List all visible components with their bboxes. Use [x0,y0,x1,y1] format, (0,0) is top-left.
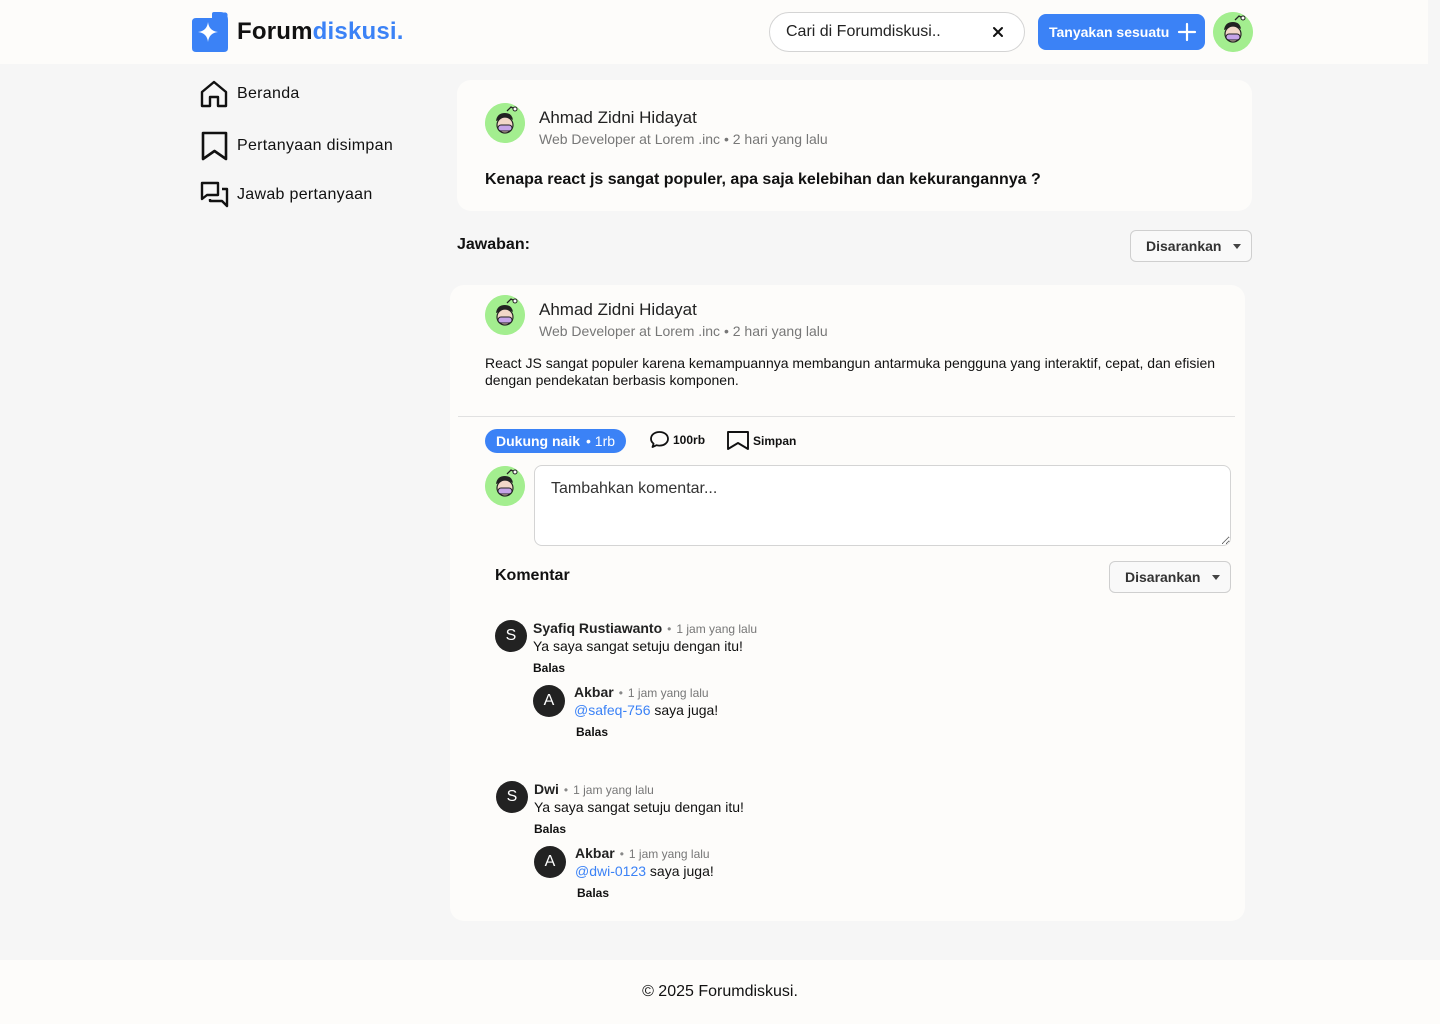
avatar-illustration-icon [485,295,525,335]
reply-text: @dwi-0123 saya juga! [575,863,714,879]
comment-text: Ya saya sangat setuju dengan itu! [533,638,743,654]
ask-question-button[interactable]: Tanyakan sesuatu [1038,14,1205,50]
save-label: Simpan [753,433,797,448]
comment-header: Dwi • 1 jam yang lalu [534,781,654,797]
footer: © 2025 Forumdiskusi. [0,960,1440,1024]
comment-text: Ya saya sangat setuju dengan itu! [534,799,744,815]
comment-time: 1 jam yang lalu [676,622,758,636]
close-icon[interactable] [988,22,1008,42]
question-author-meta: Web Developer at Lorem .inc • 2 hari yan… [539,131,828,147]
divider [458,416,1235,417]
logo[interactable]: Forumdiskusi. [188,12,404,52]
comment-count-button[interactable]: 100rb [649,430,705,449]
sidebar-item-label: Jawab pertanyaan [237,185,373,203]
reply-time: 1 jam yang lalu [627,686,709,700]
upvote-label: Dukung naik [496,433,581,449]
reply-text: @safeq-756 saya juga! [574,702,719,718]
logo-icon [192,12,228,52]
comment-icon [650,431,669,448]
home-icon [200,80,228,108]
answer-body: React JS sangat populer karena kemampuan… [485,355,1216,388]
sidebar-item-label: Pertanyaan disimpan [237,137,394,154]
comments-sort-dropdown[interactable]: Disarankan [1109,561,1231,593]
comments-heading: Komentar [495,567,570,584]
comment-author-name[interactable]: Dwi [534,781,559,797]
reply-button[interactable]: Balas [577,886,609,900]
question-author-avatar[interactable] [485,103,525,143]
question-author-name[interactable]: Ahmad Zidni Hidayat [539,108,697,128]
logo-text: Forumdiskusi. [237,18,404,45]
sidebar-item-pertanyaan-disimpan[interactable]: Pertanyaan disimpan [200,130,393,162]
reply-time: 1 jam yang lalu [628,847,710,861]
ask-question-label: Tanyakan sesuatu [1049,24,1170,40]
answer-author-meta: Web Developer at Lorem .inc • 2 hari yan… [539,323,828,339]
reply-header: Akbar • 1 jam yang lalu [575,845,710,861]
chevron-down-icon [1233,244,1241,249]
chevron-down-icon [1212,575,1220,580]
answers-heading: Jawaban: [457,236,530,253]
plus-icon [1177,22,1197,42]
avatar-illustration-icon [485,466,525,506]
comment-time: 1 jam yang lalu [573,783,654,797]
reply-button[interactable]: Balas [533,661,565,675]
avatar-illustration-icon [1213,12,1253,52]
bookmark-icon [201,131,228,161]
reply-avatar[interactable]: A [533,685,565,717]
answer-card: Ahmad Zidni Hidayat Web Developer at Lor… [450,285,1245,921]
chat-icon [200,181,229,208]
reply-button[interactable]: Balas [534,822,566,836]
sidebar-item-beranda[interactable]: Beranda [199,79,300,109]
comment-input[interactable] [534,465,1231,546]
answer-author-name[interactable]: Ahmad Zidni Hidayat [539,300,697,320]
footer-copyright: © 2025 Forumdiskusi. [642,983,798,1000]
top-navbar: Forumdiskusi. Tanyakan sesuatu [0,0,1428,64]
comments-sort-value: Disarankan [1125,569,1201,585]
question-card: Ahmad Zidni Hidayat Web Developer at Lor… [457,80,1252,211]
comment-author-name[interactable]: Syafiq Rustiawanto [533,620,662,636]
sidebar-item-label: Beranda [237,85,300,102]
question-title: Kenapa react js sangat populer, apa saja… [485,171,1041,188]
mention-link[interactable]: @dwi-0123 [575,863,646,879]
reply-button[interactable]: Balas [576,725,608,739]
reply-author-name[interactable]: Akbar [574,684,614,700]
bookmark-icon [727,431,749,450]
comment-header: Syafiq Rustiawanto • 1 jam yang lalu [533,620,758,636]
save-button[interactable]: Simpan [726,430,796,451]
search-input[interactable] [786,23,976,41]
reply-author-name[interactable]: Akbar [575,845,615,861]
reply-avatar[interactable]: A [534,846,566,878]
search-bar [769,12,1025,52]
upvote-count: • 1rb [586,433,616,449]
upvote-button[interactable]: Dukung naik • 1rb [485,429,627,453]
answers-sort-value: Disarankan [1146,238,1222,254]
mention-link[interactable]: @safeq-756 [574,702,650,718]
avatar-illustration-icon [485,103,525,143]
comment-count: 100rb [673,432,706,447]
answers-sort-dropdown[interactable]: Disarankan [1130,230,1252,262]
user-avatar[interactable] [1213,12,1253,52]
comment-avatar[interactable]: S [496,781,528,813]
comment-avatar[interactable]: S [495,620,527,652]
sidebar-item-jawab-pertanyaan[interactable]: Jawab pertanyaan [200,180,373,209]
current-user-avatar [485,466,525,506]
answer-author-avatar[interactable] [485,295,525,335]
reply-header: Akbar • 1 jam yang lalu [574,684,709,700]
